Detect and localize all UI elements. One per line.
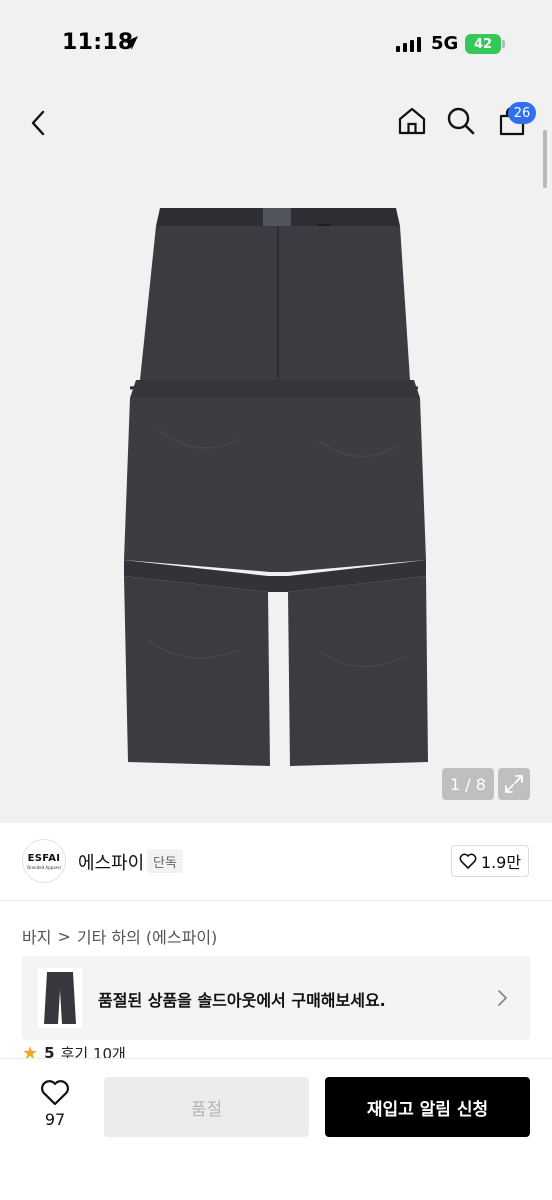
battery-nub <box>502 40 505 48</box>
brand-logo[interactable]: ESFAI Branded Apparel <box>22 839 66 883</box>
product-thumbnail <box>38 968 82 1028</box>
heart-icon <box>459 853 477 869</box>
scroll-indicator <box>543 130 547 188</box>
brand-like-button[interactable]: 1.9만 <box>451 845 529 877</box>
status-bar: 11:18 5G 42 <box>0 0 552 90</box>
battery-icon: 42 <box>465 34 501 54</box>
breadcrumb-separator: > <box>57 926 71 946</box>
brand-name[interactable]: 에스파이 <box>78 849 144 875</box>
location-arrow-icon <box>124 36 138 50</box>
battery-level: 42 <box>473 36 493 52</box>
wishlist-button[interactable]: 97 <box>30 1079 80 1129</box>
search-icon <box>447 107 475 135</box>
soldout-banner-text: 품절된 상품을 솔드아웃에서 구매해보세요. <box>98 991 386 1010</box>
expand-icon <box>505 775 523 793</box>
brand-like-count: 1.9만 <box>480 853 522 872</box>
soldout-button[interactable]: 품절 <box>104 1077 309 1137</box>
chevron-right-icon <box>498 990 507 1006</box>
home-icon <box>398 107 426 135</box>
breadcrumb-item-subcategory[interactable]: 기타 하의 (에스파이) <box>77 924 217 948</box>
back-button[interactable] <box>20 104 58 142</box>
wishlist-count: 97 <box>44 1110 66 1129</box>
search-button[interactable] <box>442 102 480 140</box>
heart-icon <box>41 1080 69 1106</box>
chevron-left-icon <box>31 110 45 136</box>
breadcrumb: 바지 > 기타 하의 (에스파이) <box>22 924 217 948</box>
exclusive-tag: 단독 <box>147 849 183 873</box>
product-image <box>124 208 428 766</box>
soldout-banner[interactable]: 품절된 상품을 솔드아웃에서 구매해보세요. <box>22 956 530 1040</box>
expand-button[interactable] <box>498 768 530 800</box>
brand-logo-text: ESFAI <box>27 852 61 864</box>
network-type: 5G <box>431 33 459 54</box>
home-button[interactable] <box>393 102 431 140</box>
image-counter: 1 / 8 <box>442 768 494 800</box>
breadcrumb-item-category[interactable]: 바지 <box>22 924 51 948</box>
brand-logo-subtext: Branded Apparel <box>27 864 61 870</box>
cart-count-badge: 26 <box>508 102 536 124</box>
signal-icon <box>396 36 421 52</box>
bottom-action-bar: 97 품절 재입고 알림 신청 <box>0 1058 552 1200</box>
divider <box>0 900 552 901</box>
product-gallery[interactable]: 26 1 / 8 <box>0 90 552 823</box>
restock-alert-button[interactable]: 재입고 알림 신청 <box>325 1077 530 1137</box>
